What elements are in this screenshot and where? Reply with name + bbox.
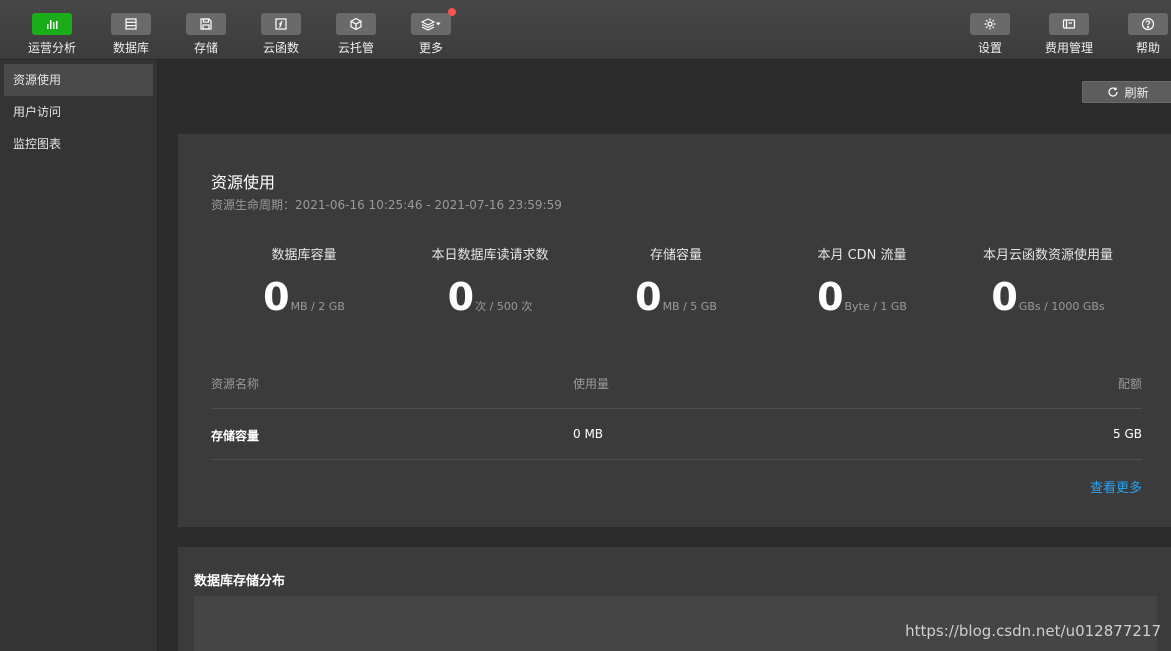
metric-name: 本月 CDN 流量 xyxy=(817,248,907,263)
metric-unit: 次 / 500 次 xyxy=(475,300,533,313)
metric-db-reads: 本日数据库读请求数 0次 / 500 次 xyxy=(395,244,585,317)
tool-label: 云函数 xyxy=(262,41,299,55)
metric-name: 本日数据库读请求数 xyxy=(431,248,549,263)
tool-label: 存储 xyxy=(193,41,218,55)
metric-unit: MB / 5 GB xyxy=(662,300,717,313)
tool-database[interactable]: 数据库 xyxy=(93,13,169,56)
notification-badge xyxy=(448,8,456,16)
sidebar: 资源使用 用户访问 监控图表 xyxy=(0,60,158,651)
gear-icon xyxy=(970,13,1010,35)
resource-lifecycle: 资源生命周期：2021-06-16 10:25:46 - 2021-07-16 … xyxy=(211,198,562,212)
metric-unit: MB / 2 GB xyxy=(290,300,345,313)
metric-unit: GBs / 1000 GBs xyxy=(1018,300,1105,313)
table-cell-quota: 5 GB xyxy=(1113,427,1142,441)
bar-chart-icon xyxy=(32,13,72,35)
tool-cloud-hosting[interactable]: 云托管 xyxy=(318,13,394,56)
tool-label: 运营分析 xyxy=(27,41,76,55)
table-cell-name: 存储容量 xyxy=(211,429,260,443)
card-title: 数据库存储分布 xyxy=(194,574,286,589)
save-icon xyxy=(186,13,226,35)
card-title: 资源使用 xyxy=(211,173,276,192)
tool-storage[interactable]: 存储 xyxy=(168,13,244,56)
watermark: https://blog.csdn.net/u012877217 xyxy=(905,622,1161,640)
metric-function-usage: 本月云函数资源使用量 0 GBs / 1000 GBs xyxy=(953,244,1143,317)
metric-value: 0 xyxy=(817,275,844,319)
function-icon xyxy=(261,13,301,35)
metric-value: 0 xyxy=(263,275,290,319)
tool-billing[interactable]: 费用管理 xyxy=(1031,13,1107,56)
tool-label: 设置 xyxy=(977,41,1002,55)
tool-help[interactable]: 帮助 xyxy=(1110,13,1171,56)
metric-db-capacity: 数据库容量 0 MB / 2 GB xyxy=(209,244,399,317)
wallet-icon xyxy=(1049,13,1089,35)
cube-icon xyxy=(336,13,376,35)
tool-label: 更多 xyxy=(418,41,443,55)
metric-value: 0 xyxy=(635,275,662,319)
top-toolbar: 运营分析 数据库 存储 云函数 云托管 更多 设置 费用管理 帮助 xyxy=(0,0,1171,60)
tool-label: 数据库 xyxy=(112,41,149,55)
refresh-label: 刷新 xyxy=(1124,85,1149,100)
refresh-button[interactable]: 刷新 xyxy=(1082,81,1171,103)
tool-more[interactable]: 更多 xyxy=(393,8,469,56)
sidebar-item-user-visits[interactable]: 用户访问 xyxy=(0,96,157,128)
tool-analytics[interactable]: 运营分析 xyxy=(14,13,90,56)
table-header-quota: 配额 xyxy=(1117,377,1142,391)
table-divider xyxy=(211,408,1142,409)
view-more-link[interactable]: 查看更多 xyxy=(1090,477,1142,496)
sidebar-item-monitor-charts[interactable]: 监控图表 xyxy=(0,128,157,160)
layers-icon xyxy=(411,8,456,35)
metric-unit: Byte / 1 GB xyxy=(844,300,907,313)
help-icon xyxy=(1128,13,1168,35)
metric-value: 0 xyxy=(447,275,475,319)
tool-settings[interactable]: 设置 xyxy=(952,13,1028,56)
metric-name: 存储容量 xyxy=(649,248,702,263)
table-cell-usage: 0 MB xyxy=(573,427,604,441)
metric-value: 0 xyxy=(991,275,1018,319)
table-header-name: 资源名称 xyxy=(211,377,260,391)
metric-cdn-traffic: 本月 CDN 流量 0 Byte / 1 GB xyxy=(767,244,957,317)
metric-name: 本月云函数资源使用量 xyxy=(982,248,1113,263)
metric-storage: 存储容量 0 MB / 5 GB xyxy=(581,244,771,317)
table-divider xyxy=(211,459,1142,460)
tool-label: 云托管 xyxy=(337,41,374,55)
resource-usage-card: 资源使用 资源生命周期：2021-06-16 10:25:46 - 2021-0… xyxy=(178,134,1171,527)
metric-name: 数据库容量 xyxy=(271,248,337,263)
tool-label: 费用管理 xyxy=(1044,41,1093,55)
table-header-usage: 使用量 xyxy=(573,377,610,391)
database-icon xyxy=(111,13,151,35)
sidebar-item-resource-usage[interactable]: 资源使用 xyxy=(4,64,153,96)
refresh-icon xyxy=(1108,87,1119,97)
tool-label: 帮助 xyxy=(1135,41,1160,55)
tool-cloud-function[interactable]: 云函数 xyxy=(243,13,319,56)
